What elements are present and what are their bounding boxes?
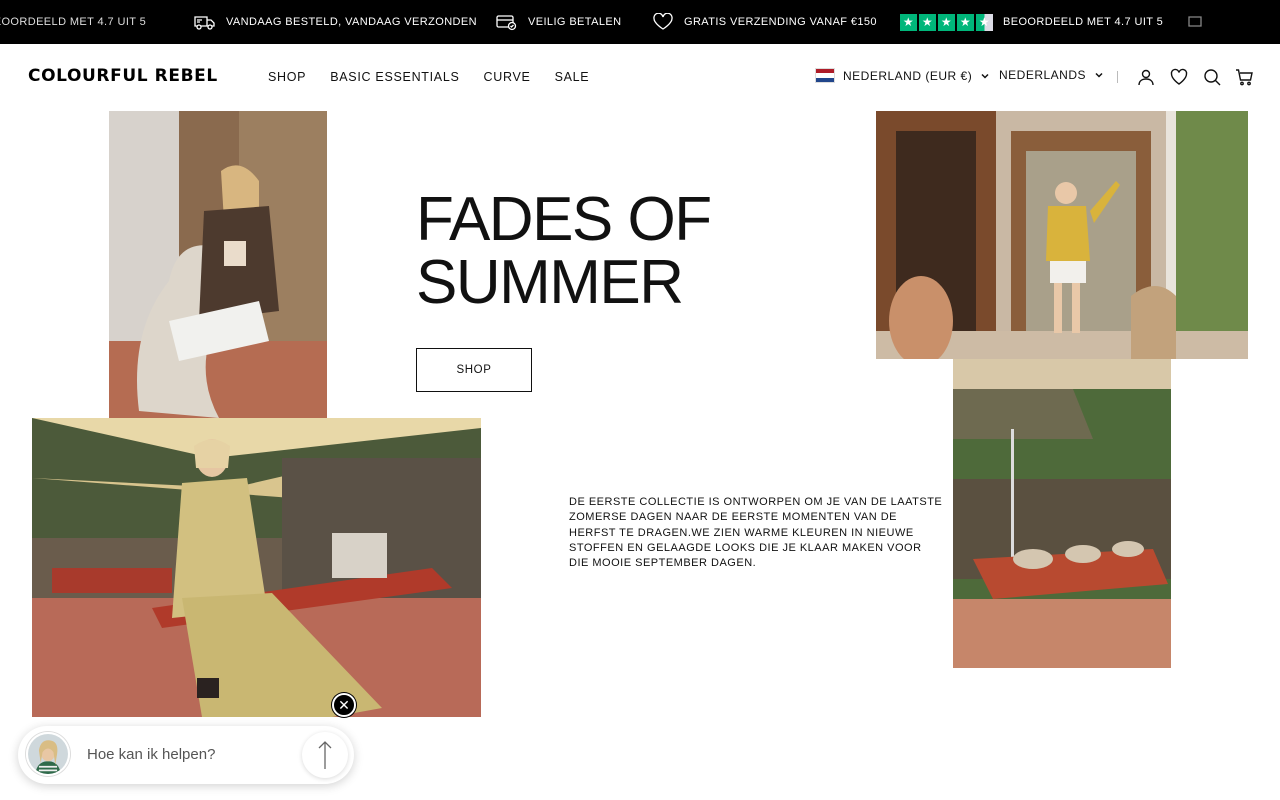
trustpilot-stars-icon: ★ ★ ★ ★ ★ — [900, 13, 993, 31]
nav-sale[interactable]: SALE — [555, 70, 590, 84]
announcement-track: BEOORDEELD MET 4.7 UIT 5 VANDAAG BESTELD… — [0, 0, 1280, 44]
chat-input[interactable]: Hoe kan ik helpen? — [87, 746, 215, 763]
announcement-item-truncated — [1188, 0, 1210, 44]
chevron-down-icon — [981, 73, 989, 79]
announcement-bar: BEOORDEELD MET 4.7 UIT 5 VANDAAG BESTELD… — [0, 0, 1280, 44]
send-button[interactable] — [302, 732, 348, 778]
cart-icon[interactable] — [1235, 68, 1253, 86]
hero-image-chair[interactable] — [109, 111, 327, 418]
hero-image-lounger[interactable] — [32, 418, 481, 717]
language-label: NEDERLANDS — [999, 68, 1087, 82]
hero-image-umbrella[interactable] — [953, 359, 1171, 668]
lookbook-photo — [876, 111, 1248, 359]
announcement-text: BEOORDEELD MET 4.7 UIT 5 — [1003, 16, 1164, 28]
delivery-truck-icon — [194, 16, 215, 30]
hero-title-line-2: SUMMER — [416, 248, 684, 317]
netherlands-flag-icon — [815, 68, 835, 83]
delivery-truck-icon — [1188, 16, 1202, 27]
close-icon: ✕ — [338, 696, 350, 713]
announcement-text: BEOORDEELD MET 4.7 UIT 5 — [0, 16, 147, 28]
assistant-avatar-image — [28, 734, 68, 774]
site-logo[interactable]: COLOURFUL REBEL — [28, 66, 218, 86]
heart-icon — [653, 13, 673, 30]
collection-description: DE EERSTE COLLECTIE IS ONTWORPEN OM JE V… — [569, 496, 943, 570]
site-header: COLOURFUL REBEL SHOP BASIC ESSENTIALS CU… — [0, 44, 1280, 110]
avatar — [26, 732, 70, 776]
hero-title: FADES OF SUMMER — [416, 188, 796, 314]
announcement-text: VEILIG BETALEN — [528, 16, 622, 28]
language-selector[interactable]: NEDERLANDS — [999, 68, 1104, 82]
announcement-text: VANDAAG BESTELD, VANDAAG VERZONDEN — [226, 16, 477, 28]
chat-widget: Hoe kan ik helpen? — [18, 726, 354, 784]
header-divider — [1117, 71, 1118, 83]
lookbook-photo — [32, 418, 481, 717]
announcement-item-rating: ★ ★ ★ ★ ★ BEOORDEELD MET 4.7 UIT 5 — [900, 0, 1163, 44]
announcement-item-free-shipping: GRATIS VERZENDING VANAF €150 — [652, 0, 877, 44]
hero-title-line-1: FADES OF — [416, 185, 712, 254]
lookbook-photo — [953, 359, 1171, 668]
wishlist-heart-icon[interactable] — [1170, 68, 1188, 86]
hero-image-villa[interactable] — [876, 111, 1248, 359]
announcement-item-shipping: VANDAAG BESTELD, VANDAAG VERZONDEN — [194, 0, 477, 44]
search-icon[interactable] — [1203, 68, 1221, 86]
country-selector[interactable]: NEDERLAND (EUR €) — [815, 68, 990, 83]
arrow-up-icon — [318, 741, 332, 769]
chevron-down-icon — [1095, 72, 1103, 78]
nav-shop[interactable]: SHOP — [268, 70, 306, 84]
announcement-item-rating: BEOORDEELD MET 4.7 UIT 5 — [0, 0, 146, 44]
account-icon[interactable] — [1137, 68, 1155, 86]
announcement-item-payment: VEILIG BETALEN — [496, 0, 621, 44]
lookbook-photo — [109, 111, 327, 418]
announcement-text: GRATIS VERZENDING VANAF €150 — [684, 16, 877, 28]
main-nav: SHOP BASIC ESSENTIALS CURVE SALE — [268, 70, 589, 84]
nav-basic-essentials[interactable]: BASIC ESSENTIALS — [330, 70, 459, 84]
country-label: NEDERLAND (EUR €) — [843, 68, 973, 83]
shop-button[interactable]: SHOP — [416, 348, 532, 392]
secure-card-icon — [496, 15, 517, 31]
nav-curve[interactable]: CURVE — [484, 70, 531, 84]
close-chat-button[interactable]: ✕ — [332, 693, 356, 717]
